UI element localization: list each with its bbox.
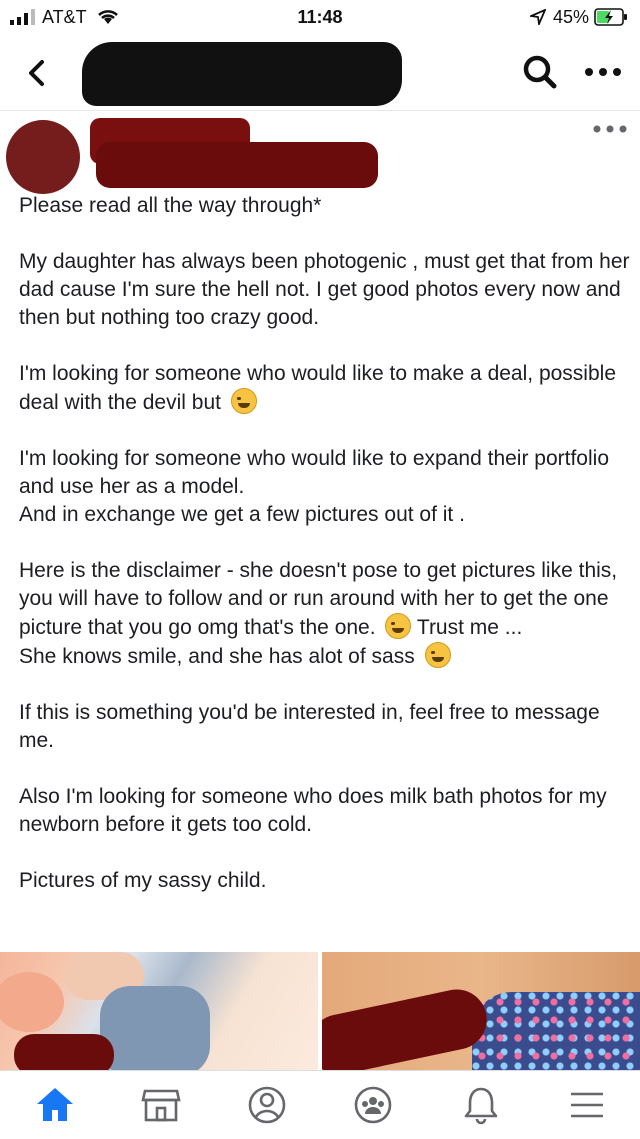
redacted-group-name bbox=[82, 42, 402, 106]
battery-charging-icon bbox=[594, 8, 627, 26]
bottom-tab-bar bbox=[0, 1070, 640, 1139]
post-paragraph: Please read all the way through* bbox=[19, 194, 322, 217]
post-photo[interactable] bbox=[322, 952, 640, 1070]
menu-icon[interactable] bbox=[565, 1083, 609, 1127]
photo-fabric bbox=[472, 992, 640, 1070]
post-paragraph-text: I'm looking for someone who would like t… bbox=[19, 362, 622, 414]
post-options-icon[interactable] bbox=[592, 122, 628, 136]
post-paragraph-text: Trust me ... bbox=[416, 616, 523, 639]
post-paragraph: I'm looking for someone who would like t… bbox=[19, 447, 609, 526]
battery-percent: 45% bbox=[553, 7, 590, 27]
post-header bbox=[0, 112, 640, 200]
groups-icon[interactable] bbox=[351, 1083, 395, 1127]
status-bar: AT&T 11:48 45% bbox=[0, 0, 640, 34]
top-bar bbox=[0, 34, 640, 111]
profile-icon[interactable] bbox=[245, 1083, 289, 1127]
post-paragraph-text: Here is the disclaimer - she doesn't pos… bbox=[19, 559, 623, 639]
marketplace-icon[interactable] bbox=[139, 1083, 183, 1127]
photo-redaction bbox=[322, 983, 493, 1070]
post-paragraph: My daughter has always been photogenic ,… bbox=[19, 250, 636, 329]
notifications-bell-icon[interactable] bbox=[459, 1083, 503, 1127]
photo-redaction bbox=[14, 1034, 114, 1070]
back-chevron-icon[interactable] bbox=[22, 56, 52, 90]
more-dots-icon[interactable] bbox=[583, 64, 623, 80]
rofl-emoji bbox=[385, 613, 412, 639]
home-icon[interactable] bbox=[33, 1083, 77, 1127]
woozy-face-emoji bbox=[424, 642, 451, 668]
search-icon[interactable] bbox=[520, 52, 560, 92]
post-paragraph: Also I'm looking for someone who does mi… bbox=[19, 785, 613, 836]
post-paragraph-text: She knows smile, and she has alot of sas… bbox=[19, 645, 415, 668]
post-body: Please read all the way through* My daug… bbox=[19, 192, 631, 895]
rofl-emoji bbox=[230, 388, 257, 414]
post-paragraph: I'm looking for someone who would like t… bbox=[19, 360, 631, 417]
post-paragraph: If this is something you'd be interested… bbox=[19, 701, 606, 752]
post-photo[interactable] bbox=[0, 952, 318, 1070]
post-paragraph: Pictures of my sassy child. bbox=[19, 869, 267, 892]
post-paragraph: Here is the disclaimer - she doesn't pos… bbox=[19, 557, 631, 642]
photo-flower bbox=[0, 972, 64, 1032]
photo-jeans bbox=[100, 986, 210, 1070]
redacted-post-meta bbox=[96, 142, 378, 188]
location-icon bbox=[530, 9, 546, 25]
avatar[interactable] bbox=[6, 120, 80, 194]
post-paragraph: She knows smile, and she has alot of sas… bbox=[19, 642, 631, 671]
